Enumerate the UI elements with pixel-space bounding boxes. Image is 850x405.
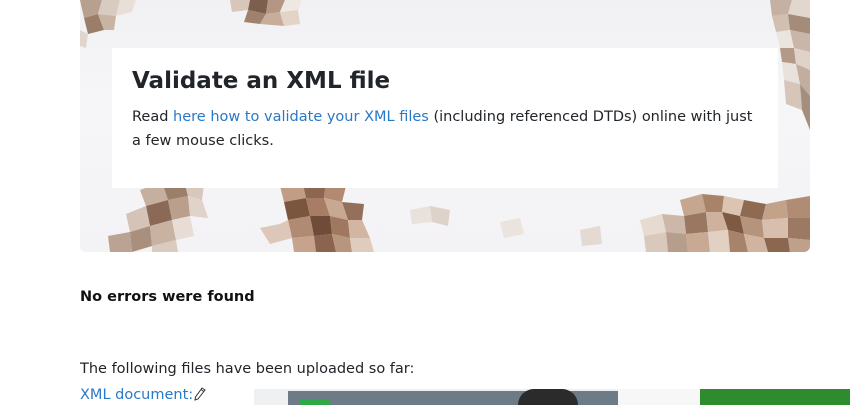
intro-text: Read here how to validate your XML files… [132, 105, 758, 153]
intro-text-before: Read [132, 109, 174, 125]
uploaded-file-entry: XML document: [80, 384, 206, 405]
page-title: Validate an XML file [132, 68, 391, 94]
intro-card: Validate an XML file Read here how to va… [112, 48, 778, 188]
ad-image-light [618, 389, 700, 405]
page: Validate an XML file Read here how to va… [0, 0, 850, 405]
advertisement-banner[interactable] [254, 389, 850, 405]
ad-green-accent [300, 399, 330, 405]
ad-person-image [518, 389, 578, 405]
pencil-icon[interactable] [194, 386, 206, 401]
ad-green-panel [700, 389, 850, 405]
uploaded-files-intro: The following files have been uploaded s… [80, 361, 415, 377]
xml-document-link[interactable]: XML document: [80, 387, 193, 403]
validation-result: No errors were found [80, 289, 255, 305]
validation-help-link[interactable]: here how to validate your XML files [173, 109, 429, 125]
